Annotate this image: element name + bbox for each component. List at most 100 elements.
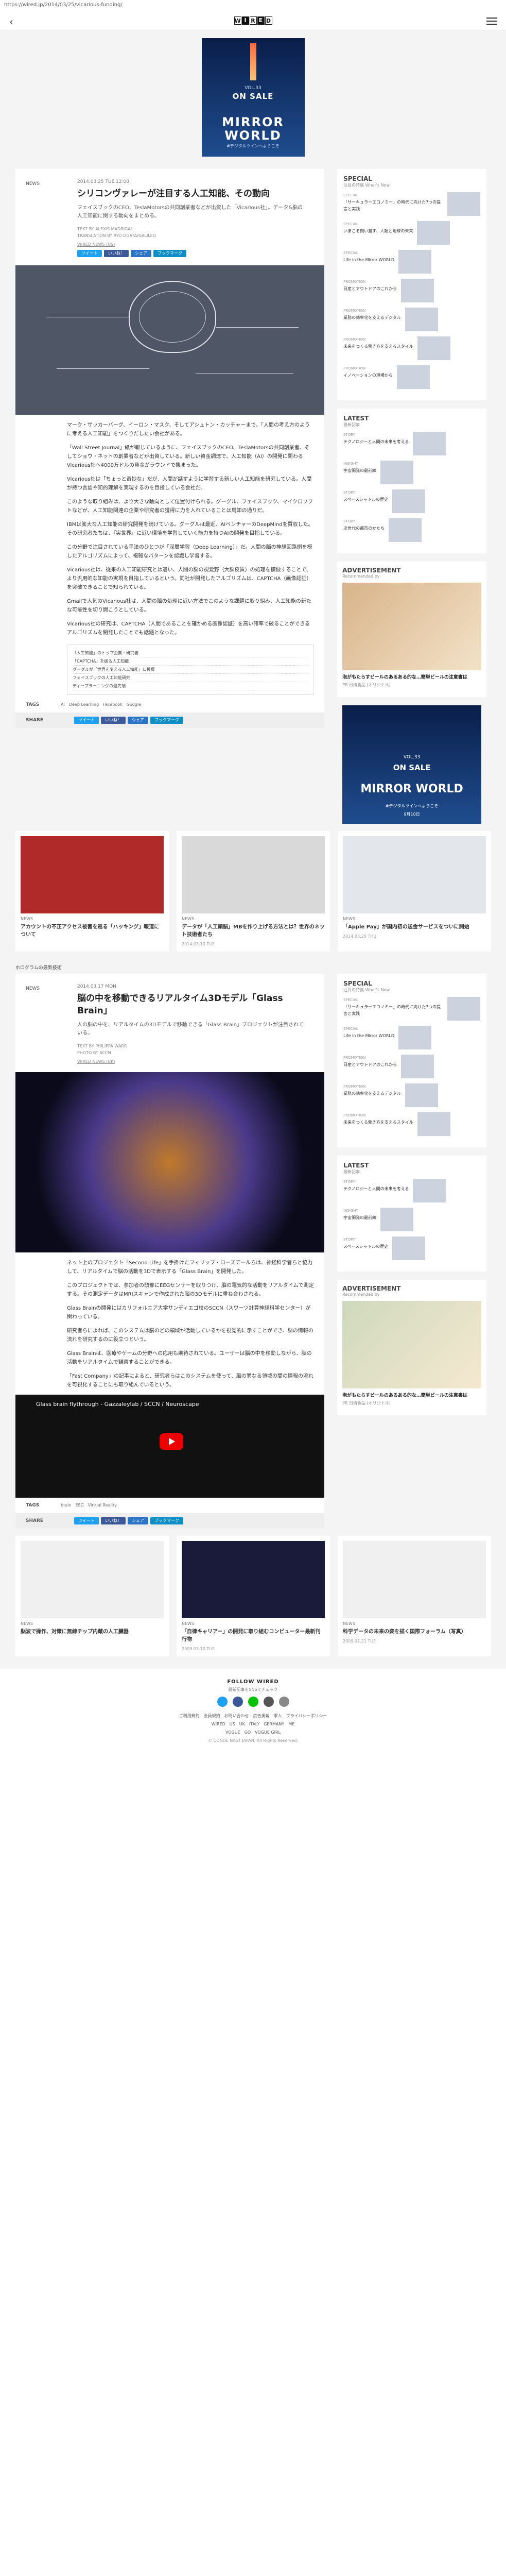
special-item[interactable]: PROMOTION 日産とアウトドアのこれから bbox=[343, 279, 480, 302]
related-card[interactable]: NEWS 脳波で操作、対策に無線チップ内蔵の人工臓器 bbox=[15, 1536, 169, 1656]
related-link[interactable]: フェイスブックの人工知能研究 bbox=[73, 674, 308, 682]
line-icon[interactable] bbox=[248, 1697, 258, 1707]
bookmark-button[interactable]: ブックマーク bbox=[150, 1517, 184, 1524]
ad-text[interactable]: 泡がもたらすビールのあるある的な…簡単ビールの注意書は bbox=[342, 1392, 481, 1398]
ad-image[interactable] bbox=[342, 583, 482, 670]
sidebar-banner-ad[interactable]: VOL.33 ON SALE MIRROR WORLD #デジタルツインへようこ… bbox=[342, 705, 482, 824]
special-item[interactable]: SPECIAL いまこそ問い直す、人類と地球の未来 bbox=[343, 221, 480, 245]
ad-subtitle: #デジタルツインへようこそ bbox=[226, 144, 280, 148]
share-button[interactable]: シェア bbox=[128, 717, 149, 724]
facebook-icon[interactable] bbox=[232, 1697, 243, 1707]
article-date: 2014.03.25 TUE 12:00 bbox=[77, 179, 129, 184]
footer-sister-sites[interactable]: WIRED US UK ITALY GERMANY ME bbox=[0, 1720, 506, 1728]
item-text: いまこそ問い直す、人類と地球の未来 bbox=[343, 229, 413, 233]
tag-link[interactable]: Deep Learning bbox=[69, 702, 99, 707]
related-link[interactable]: 「人工知能」のトップ企業・研究者 bbox=[73, 649, 308, 657]
article-paragraph: Glass Brainは、医療やゲームの分野への応用も期待されている。ユーザーは… bbox=[67, 1351, 312, 1365]
card-tag: NEWS bbox=[343, 917, 356, 921]
tag-link[interactable]: Facebook bbox=[103, 702, 123, 707]
footer-links[interactable]: ご利用規約 会員規約 お問い合わせ 広告掲載 求人 プライバシーポリシー bbox=[0, 1712, 506, 1720]
latest-item[interactable]: STORY 次世代の都市のかたち bbox=[343, 518, 480, 542]
related-link[interactable]: ディープラーニングの最先端 bbox=[73, 682, 308, 690]
menu-icon[interactable] bbox=[486, 18, 497, 25]
logo-letter: R bbox=[249, 16, 257, 25]
special-item[interactable]: SPECIAL 「サーキュラーエコノミー」の時代に向けた7つの提言と実践 bbox=[343, 997, 481, 1021]
special-item[interactable]: PROMOTION 未来をつくる働き方を支えるスタイル bbox=[343, 1112, 480, 1136]
circuit-line bbox=[57, 368, 149, 369]
related-card[interactable]: NEWS 科学データの未来の姿を描く国際フォーラム（写真） 2009.07.21 T… bbox=[338, 1536, 491, 1656]
tweet-button[interactable]: ツイート bbox=[77, 250, 102, 257]
latest-item[interactable]: STORY テクノロジーと人間の未来を考える bbox=[343, 432, 480, 455]
special-item[interactable]: SPECIAL 「サーキュラーエコノミー」の時代に向けた7つの提言と実践 bbox=[343, 192, 481, 216]
like-button[interactable]: いいね！ bbox=[101, 717, 126, 724]
twitter-icon[interactable] bbox=[217, 1697, 228, 1707]
ad-image[interactable] bbox=[342, 1301, 482, 1388]
card-title: データが「人工頭脳」MBを作り上げる方法とは？世界のネット技術者たち bbox=[182, 924, 325, 938]
card-image bbox=[343, 836, 486, 913]
card-image bbox=[21, 1541, 164, 1618]
tag-link[interactable]: Virtual Reality bbox=[88, 1503, 117, 1508]
item-thumbnail bbox=[417, 221, 450, 245]
play-icon[interactable] bbox=[160, 1433, 183, 1450]
like-button[interactable]: いいね！ bbox=[101, 1517, 126, 1524]
special-item[interactable]: PROMOTION 未来をつくる働き方を支えるスタイル bbox=[343, 336, 480, 360]
footer-sister-sites[interactable]: VOGUE GQ VOGUE GIRL bbox=[0, 1728, 506, 1737]
related-link[interactable]: 「CAPTCHA」を破る人工知能 bbox=[73, 657, 308, 666]
related-card[interactable]: NEWS 「Apple Pay」が国内初の送金サービスをついに開始 2014.03.… bbox=[338, 831, 491, 952]
item-text: テクノロジーと人間の未来を考える bbox=[343, 439, 409, 444]
tag-link[interactable]: AI bbox=[61, 702, 65, 707]
item-thumbnail bbox=[380, 461, 414, 484]
latest-item[interactable]: STORY スペースシャトルの歴史 bbox=[343, 489, 480, 513]
tag-link[interactable]: EEG bbox=[76, 1503, 84, 1508]
card-tag: NEWS bbox=[182, 917, 195, 921]
rss-icon[interactable] bbox=[278, 1697, 289, 1707]
tag-link[interactable]: Google bbox=[127, 702, 141, 707]
article-source-link[interactable]: WIRED NEWS (US) bbox=[77, 242, 304, 247]
tweet-button[interactable]: ツイート bbox=[74, 1517, 99, 1524]
related-card[interactable]: NEWS データが「人工頭脳」MBを作り上げる方法とは？世界のネット技術者たち 20… bbox=[177, 831, 330, 952]
related-links: 「人工知能」のトップ企業・研究者 「CAPTCHA」を破る人工知能 グーグルが「… bbox=[67, 645, 314, 695]
card-image bbox=[343, 1541, 486, 1618]
item-label: STORY bbox=[343, 1180, 356, 1184]
share-bar: SHARE ツイート いいね！ シェア ブックマーク bbox=[15, 713, 324, 728]
special-item[interactable]: PROMOTION 業務の効率化を支えるデジタル bbox=[343, 1083, 480, 1107]
bookmark-button[interactable]: ブックマーク bbox=[150, 717, 184, 724]
share-button[interactable]: シェア bbox=[128, 1517, 149, 1524]
item-label: INSIGHT bbox=[343, 462, 358, 466]
ad-text[interactable]: 泡がもたらすビールのあるある的な…簡単ビールの注意書は bbox=[342, 673, 481, 680]
related-card[interactable]: NEWS アカウントの不正アクセス被害を巡る「ハッキング」報道について bbox=[15, 831, 169, 952]
instagram-icon[interactable] bbox=[263, 1697, 274, 1707]
special-item[interactable]: PROMOTION 日産とアウトドアのこれから bbox=[343, 1055, 480, 1078]
bookmark-button[interactable]: ブックマーク bbox=[153, 250, 186, 257]
item-label: PROMOTION bbox=[343, 366, 366, 370]
latest-item[interactable]: INSIGHT 宇宙開発の最前線 bbox=[343, 461, 480, 484]
special-item[interactable]: PROMOTION 業務の効率化を支えるデジタル bbox=[343, 308, 480, 331]
top-banner-ad[interactable]: VOL.33 ON SALE MIRROR WORLD #デジタルツインへようこ… bbox=[201, 38, 305, 157]
special-item[interactable]: SPECIAL Life in the Mirror WORLD bbox=[343, 1026, 480, 1049]
card-tag: NEWS bbox=[182, 1621, 195, 1626]
related-link[interactable]: グーグルが「世界を変える人工知能」に投資 bbox=[73, 666, 308, 674]
share-button[interactable]: シェア bbox=[131, 250, 151, 257]
item-thumbnail bbox=[389, 518, 422, 542]
article-source-link[interactable]: WIRED NEWS (UK) bbox=[77, 1059, 304, 1064]
wired-logo[interactable]: W I R E D bbox=[234, 16, 272, 25]
special-item[interactable]: SPECIAL Life in the Mirror WORLD bbox=[343, 250, 480, 274]
item-text: テクノロジーと人間の未来を考える bbox=[343, 1187, 409, 1191]
back-arrow-icon[interactable]: ‹ bbox=[9, 15, 13, 28]
related-card[interactable]: NEWS 「自律キャリアー」の開発に取り組むコンピューター最新刊行物 2009.03… bbox=[177, 1536, 330, 1656]
latest-item[interactable]: STORY スペースシャトルの歴史 bbox=[343, 1236, 480, 1260]
tag-link[interactable]: brain bbox=[61, 1503, 72, 1508]
url-bar[interactable]: https://wired.jp/2014/03/25/vicarious-fu… bbox=[0, 0, 506, 11]
breadcrumb[interactable]: ホログラムの最新技術 bbox=[15, 959, 491, 974]
card-tag: NEWS bbox=[21, 1621, 33, 1626]
article-hero-image bbox=[15, 265, 324, 415]
tweet-button[interactable]: ツイート bbox=[74, 717, 99, 724]
youtube-embed[interactable]: Glass brain flythrough - Gazzaleylab / S… bbox=[15, 1395, 324, 1498]
item-thumbnail bbox=[413, 1179, 446, 1202]
tower-graphic bbox=[250, 43, 256, 80]
like-button[interactable]: いいね！ bbox=[104, 250, 129, 257]
special-item[interactable]: PROMOTION イノベーションの現場から bbox=[343, 365, 480, 389]
latest-item[interactable]: INSIGHT 宇宙開発の最前線 bbox=[343, 1208, 480, 1231]
latest-title: LATEST bbox=[343, 1162, 369, 1169]
latest-item[interactable]: STORY テクノロジーと人間の未来を考える bbox=[343, 1179, 480, 1202]
